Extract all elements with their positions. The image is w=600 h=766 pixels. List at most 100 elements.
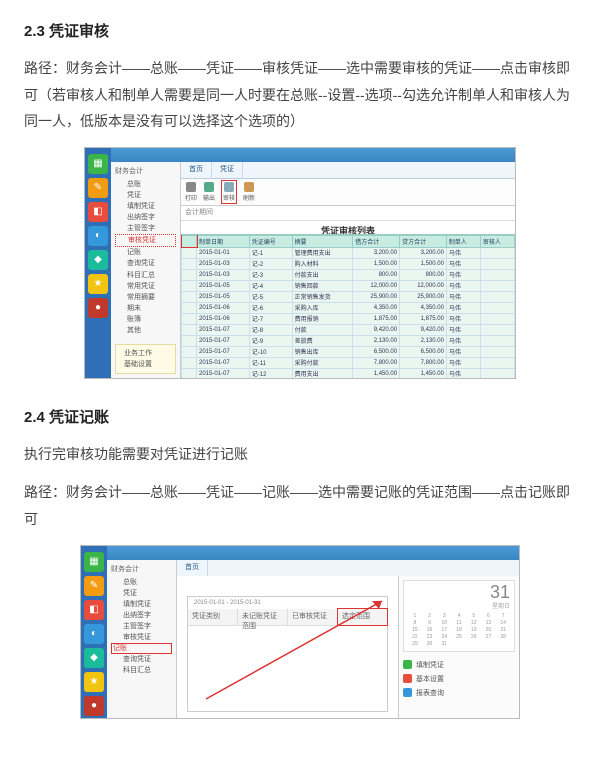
tree-item[interactable]: 查询凭证 bbox=[111, 654, 172, 665]
tree-item[interactable]: 查询凭证 bbox=[115, 258, 176, 269]
grid-header[interactable]: 制单日期 bbox=[197, 235, 250, 247]
calendar-widget[interactable]: 31 星期日 123456789101112131415161718192021… bbox=[403, 580, 515, 652]
tree-item[interactable]: 科目汇总 bbox=[111, 665, 172, 676]
calendar-cell[interactable]: 23 bbox=[423, 634, 437, 640]
tree-item[interactable]: 账簿 bbox=[115, 314, 176, 325]
calendar-cell[interactable]: 15 bbox=[408, 627, 422, 633]
tree-root[interactable]: 财务会计 bbox=[115, 166, 176, 176]
toolbar-refresh[interactable]: 刷新 bbox=[243, 182, 255, 202]
tree-item[interactable]: 出纳签字 bbox=[111, 610, 172, 621]
shortcut-item[interactable]: 基本设置 bbox=[403, 674, 515, 684]
dock-icon[interactable]: ◆ bbox=[88, 250, 108, 270]
grid-header[interactable]: 凭证编号 bbox=[249, 235, 292, 247]
calendar-cell[interactable]: 11 bbox=[452, 620, 466, 626]
calendar-cell[interactable]: 6 bbox=[482, 613, 496, 619]
grid-row[interactable]: 2015-01-03记-3付款支出800.00800.00马伟 bbox=[182, 269, 515, 280]
calendar-cell[interactable]: 18 bbox=[452, 627, 466, 633]
calendar-cell[interactable]: 16 bbox=[423, 627, 437, 633]
tree-ledger[interactable]: 总账 bbox=[111, 577, 172, 588]
calendar-cell[interactable]: 4 bbox=[452, 613, 466, 619]
tree-item[interactable]: 凭证 bbox=[111, 588, 172, 599]
tree-item[interactable]: 主管签字 bbox=[115, 223, 176, 234]
calendar-cell[interactable]: 21 bbox=[496, 627, 510, 633]
calendar-cell[interactable]: 28 bbox=[496, 634, 510, 640]
grid-row[interactable]: 2015-01-07记-10销售出库6,500.006,500.00马伟 bbox=[182, 346, 515, 357]
grid-row[interactable]: 2015-01-07记-9差旅费2,130.002,130.00马伟 bbox=[182, 335, 515, 346]
shortcut-item[interactable]: 报表查询 bbox=[403, 688, 515, 698]
calendar-cell[interactable]: 5 bbox=[467, 613, 481, 619]
dock-icon[interactable]: ★ bbox=[88, 274, 108, 294]
dock-icon[interactable]: ◧ bbox=[88, 202, 108, 222]
calendar-cell[interactable]: 30 bbox=[423, 641, 437, 647]
tree-item[interactable]: 填制凭证 bbox=[115, 201, 176, 212]
dock-icon[interactable]: ● bbox=[84, 696, 104, 716]
grid-row[interactable]: 2015-01-07记-8付款9,420.009,420.00马伟 bbox=[182, 324, 515, 335]
calendar-cell[interactable]: 27 bbox=[482, 634, 496, 640]
dock-icon[interactable]: ▦ bbox=[88, 154, 108, 174]
toolbar-print[interactable]: 打印 bbox=[185, 182, 197, 202]
dock-icon[interactable]: ✎ bbox=[84, 576, 104, 596]
tree-item[interactable]: 常用凭证 bbox=[115, 281, 176, 292]
tree-item[interactable]: 科目汇总 bbox=[115, 270, 176, 281]
calendar-cell[interactable]: 17 bbox=[437, 627, 451, 633]
dock-icon[interactable]: ◆ bbox=[84, 648, 104, 668]
calendar-cell[interactable]: 13 bbox=[482, 620, 496, 626]
dock-icon[interactable]: ◧ bbox=[84, 600, 104, 620]
dock-icon[interactable]: ▦ bbox=[84, 552, 104, 572]
tree-item[interactable]: 常用摘要 bbox=[115, 292, 176, 303]
grid-header[interactable]: 制单人 bbox=[446, 235, 480, 247]
calendar-cell[interactable]: 9 bbox=[423, 620, 437, 626]
dock-icon[interactable]: ● bbox=[88, 298, 108, 318]
grid-row[interactable]: 2015-01-07记-11采购付款7,800.007,800.00马伟 bbox=[182, 357, 515, 368]
dock-icon[interactable]: ✎ bbox=[88, 178, 108, 198]
calendar-cell[interactable]: 31 bbox=[437, 641, 451, 647]
tab-home[interactable]: 首页 bbox=[181, 162, 212, 178]
calendar-cell[interactable]: 8 bbox=[408, 620, 422, 626]
grid-row[interactable]: 2015-01-01记-1管理费用支出3,200.003,200.00马伟 bbox=[182, 247, 515, 258]
calendar-cell[interactable]: 19 bbox=[467, 627, 481, 633]
grid-row[interactable]: 2015-01-03记-2购入材料1,500.001,500.00马伟 bbox=[182, 258, 515, 269]
calendar-cell[interactable]: 2 bbox=[423, 613, 437, 619]
calendar-cell[interactable]: 12 bbox=[467, 620, 481, 626]
tree-item[interactable]: 主管签字 bbox=[111, 621, 172, 632]
calendar-cell[interactable]: 26 bbox=[467, 634, 481, 640]
calendar-cell[interactable]: 20 bbox=[482, 627, 496, 633]
grid-header[interactable]: 贷方合计 bbox=[400, 235, 447, 247]
grid-row[interactable]: 2015-01-05记-5正常销售发货25,900.0025,900.00马伟 bbox=[182, 291, 515, 302]
tree-bottom-item[interactable]: 基础设置 bbox=[118, 359, 173, 370]
tree-item[interactable]: 出纳签字 bbox=[115, 212, 176, 223]
calendar-cell[interactable]: 25 bbox=[452, 634, 466, 640]
tree-ledger[interactable]: 总账 bbox=[115, 179, 176, 190]
tree-item-audit[interactable]: 审核凭证 bbox=[115, 234, 176, 247]
grid-row[interactable]: 2015-01-07记-12费用支出1,450.001,450.00马伟 bbox=[182, 368, 515, 378]
grid-header[interactable] bbox=[182, 235, 197, 247]
tree-item[interactable]: 填制凭证 bbox=[111, 599, 172, 610]
calendar-cell[interactable]: 14 bbox=[496, 620, 510, 626]
tree-item[interactable]: 审核凭证 bbox=[111, 632, 172, 643]
dock-icon[interactable]: ★ bbox=[84, 672, 104, 692]
calendar-cell[interactable]: 24 bbox=[437, 634, 451, 640]
tab-home[interactable]: 首页 bbox=[177, 560, 208, 576]
toolbar-export[interactable]: 输出 bbox=[203, 182, 215, 202]
grid-header[interactable]: 摘要 bbox=[292, 235, 353, 247]
grid-row[interactable]: 2015-01-05记-4销售回款12,000.0012,000.00马伟 bbox=[182, 280, 515, 291]
calendar-cell[interactable]: 1 bbox=[408, 613, 422, 619]
calendar-cell[interactable]: 29 bbox=[408, 641, 422, 647]
grid-row[interactable]: 2015-01-06记-7费用报销1,875.001,875.00马伟 bbox=[182, 313, 515, 324]
calendar-cell[interactable]: 22 bbox=[408, 634, 422, 640]
tree-item[interactable]: 期末 bbox=[115, 303, 176, 314]
grid-header[interactable]: 借方合计 bbox=[353, 235, 400, 247]
tree-bottom-item[interactable]: 业务工作 bbox=[118, 348, 173, 359]
toolbar-audit[interactable]: 审核 bbox=[221, 180, 237, 204]
dock-icon[interactable]: ◐ bbox=[88, 226, 108, 246]
grid-row[interactable]: 2015-01-06记-6采购入库4,350.004,350.00马伟 bbox=[182, 302, 515, 313]
tree-item[interactable]: 凭证 bbox=[115, 190, 176, 201]
tab-voucher[interactable]: 凭证 bbox=[212, 162, 243, 178]
tree-root[interactable]: 财务会计 bbox=[111, 564, 172, 574]
dock-icon[interactable]: ◐ bbox=[84, 624, 104, 644]
tree-item-posting[interactable]: 记账 bbox=[111, 643, 172, 654]
calendar-cell[interactable]: 10 bbox=[437, 620, 451, 626]
range-col-selected[interactable]: 选定范围 bbox=[338, 609, 387, 625]
tree-item[interactable]: 其他 bbox=[115, 325, 176, 336]
tree-item[interactable]: 记账 bbox=[115, 247, 176, 258]
